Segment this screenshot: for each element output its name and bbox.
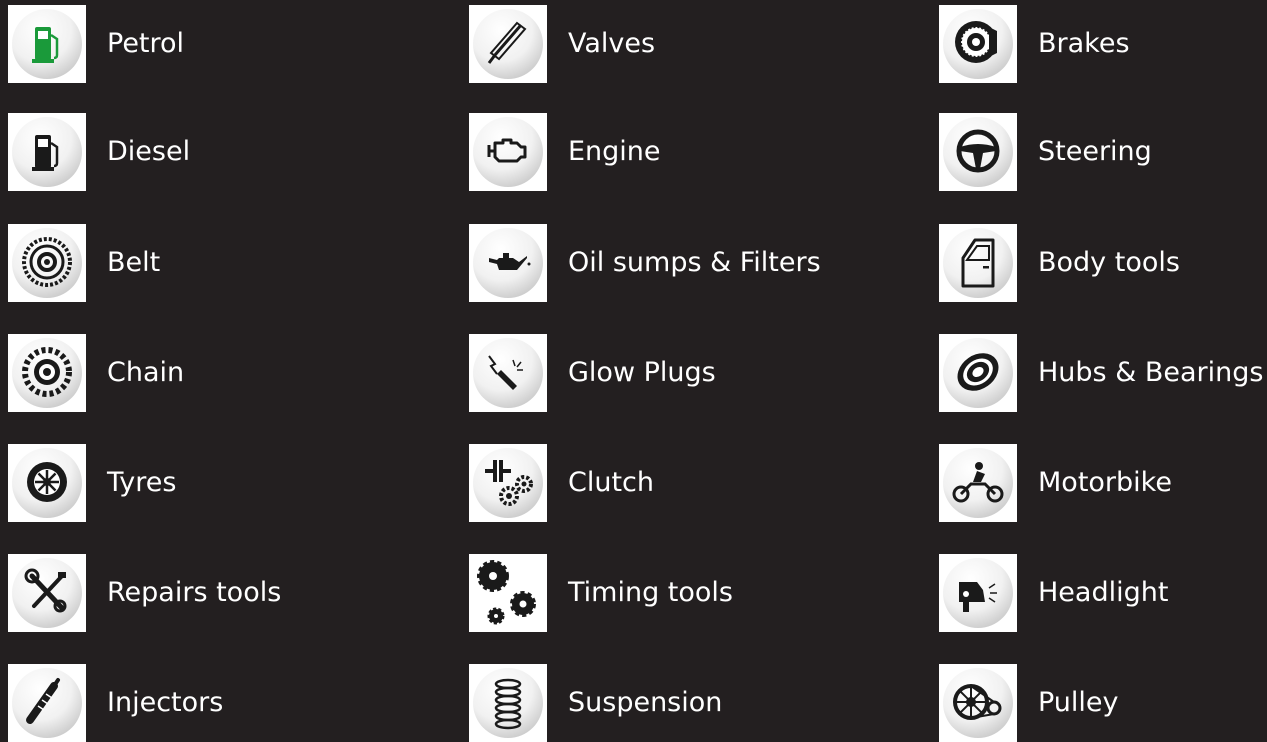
category-oil-sumps-filters[interactable]: Oil sumps & Filters xyxy=(469,224,849,304)
brakes-tile xyxy=(939,5,1017,83)
category-label: Valves xyxy=(568,28,656,59)
petrol-tile xyxy=(8,5,86,83)
hubs-bearings-tile xyxy=(939,334,1017,412)
category-motorbike[interactable]: Motorbike xyxy=(939,444,1267,524)
headlight-tile xyxy=(939,554,1017,632)
category-brakes[interactable]: Brakes xyxy=(939,5,1267,85)
tyre-wheel-icon xyxy=(12,448,82,518)
pulley-tile xyxy=(939,664,1017,742)
category-repairs-tools[interactable]: Repairs tools xyxy=(8,554,388,634)
belt-tile xyxy=(8,224,86,302)
wheel-bearing-icon xyxy=(943,338,1013,408)
category-label: Pulley xyxy=(1038,687,1119,718)
timing-tools-tile xyxy=(469,554,547,632)
steering-wheel-icon xyxy=(943,117,1013,187)
category-valves[interactable]: Valves xyxy=(469,5,849,85)
oil-can-icon xyxy=(473,228,543,298)
category-clutch[interactable]: Clutch xyxy=(469,444,849,524)
injector-icon xyxy=(12,668,82,738)
category-label: Belt xyxy=(107,247,161,278)
category-label: Oil sumps & Filters xyxy=(568,247,821,278)
category-label: Timing tools xyxy=(568,577,733,608)
category-chain[interactable]: Chain xyxy=(8,334,388,414)
car-door-icon xyxy=(943,228,1013,298)
diesel-pump-icon xyxy=(12,117,82,187)
category-injectors[interactable]: Injectors xyxy=(8,664,388,742)
category-label: Steering xyxy=(1038,136,1152,167)
glow-plugs-tile xyxy=(469,334,547,412)
category-label: Clutch xyxy=(568,467,655,498)
category-label: Tyres xyxy=(107,467,177,498)
category-label: Headlight xyxy=(1038,577,1169,608)
category-label: Brakes xyxy=(1038,28,1130,59)
timing-gears-icon xyxy=(477,560,536,625)
category-steering[interactable]: Steering xyxy=(939,113,1267,193)
valve-icon xyxy=(473,9,543,79)
category-engine[interactable]: Engine xyxy=(469,113,849,193)
category-label: Suspension xyxy=(568,687,723,718)
injectors-tile xyxy=(8,664,86,742)
category-tyres[interactable]: Tyres xyxy=(8,444,388,524)
chain-tile xyxy=(8,334,86,412)
category-headlight[interactable]: Headlight xyxy=(939,554,1267,634)
tyres-tile xyxy=(8,444,86,522)
category-diesel[interactable]: Diesel xyxy=(8,113,388,193)
motorbike-tile xyxy=(939,444,1017,522)
suspension-tile xyxy=(469,664,547,742)
repairs-tools-tile xyxy=(8,554,86,632)
category-timing-tools[interactable]: Timing tools xyxy=(469,554,849,634)
brake-disc-icon xyxy=(943,9,1013,79)
timing-belt-icon xyxy=(12,228,82,298)
timing-chain-icon xyxy=(12,338,82,408)
clutch-tile xyxy=(469,444,547,522)
category-label: Body tools xyxy=(1038,247,1180,278)
pulley-icon xyxy=(943,668,1013,738)
category-belt[interactable]: Belt xyxy=(8,224,388,304)
category-label: Glow Plugs xyxy=(568,357,716,388)
category-label: Petrol xyxy=(107,28,185,59)
petrol-pump-icon xyxy=(12,9,82,79)
category-hubs-bearings[interactable]: Hubs & Bearings xyxy=(939,334,1267,414)
engine-tile xyxy=(469,113,547,191)
category-label: Motorbike xyxy=(1038,467,1172,498)
body-tools-tile xyxy=(939,224,1017,302)
valves-tile xyxy=(469,5,547,83)
oil-tile xyxy=(469,224,547,302)
wrench-caliper-icon xyxy=(12,558,82,628)
category-label: Injectors xyxy=(107,687,224,718)
category-suspension[interactable]: Suspension xyxy=(469,664,849,742)
clutch-gears-icon xyxy=(473,448,543,518)
diesel-tile xyxy=(8,113,86,191)
motorbike-icon xyxy=(943,448,1013,518)
category-glow-plugs[interactable]: Glow Plugs xyxy=(469,334,849,414)
category-body-tools[interactable]: Body tools xyxy=(939,224,1267,304)
steering-tile xyxy=(939,113,1017,191)
category-label: Repairs tools xyxy=(107,577,282,608)
engine-icon xyxy=(473,117,543,187)
category-petrol[interactable]: Petrol xyxy=(8,5,388,85)
category-label: Diesel xyxy=(107,136,191,167)
category-pulley[interactable]: Pulley xyxy=(939,664,1267,742)
category-label: Engine xyxy=(568,136,661,167)
coil-spring-icon xyxy=(473,668,543,738)
category-label: Chain xyxy=(107,357,185,388)
glow-plug-icon xyxy=(473,338,543,408)
headlight-icon xyxy=(943,558,1013,628)
category-label: Hubs & Bearings xyxy=(1038,357,1264,388)
category-grid: Petrol Diesel Belt Chain Tyres Repairs t… xyxy=(0,0,1267,742)
